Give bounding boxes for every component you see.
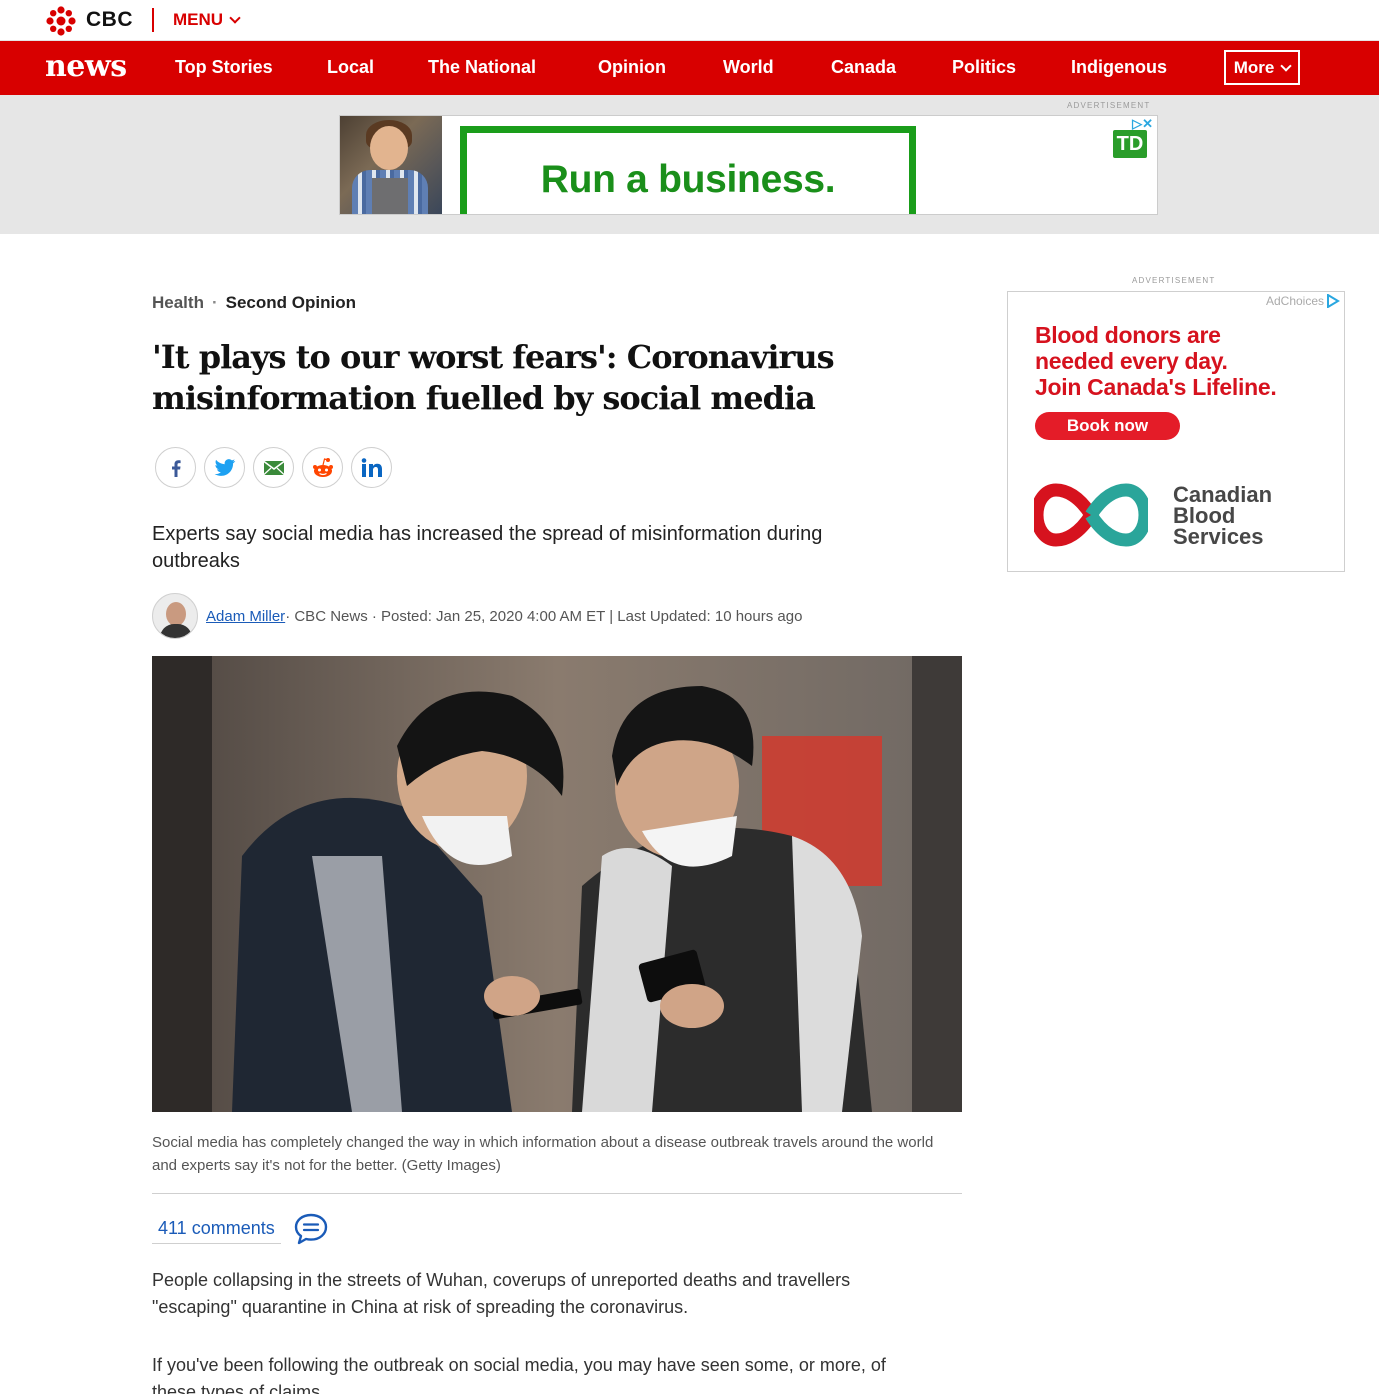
author-link[interactable]: Adam Miller: [206, 608, 285, 625]
article-paragraph: People collapsing in the streets of Wuha…: [152, 1270, 851, 1317]
article-paragraph: If you've been following the outbreak on…: [152, 1355, 886, 1394]
chevron-down-icon: [229, 12, 241, 24]
org-name-line: Canadian: [1173, 482, 1273, 507]
nav-item-indigenous[interactable]: Indigenous: [1071, 57, 1167, 78]
linkedin-icon: [361, 457, 382, 477]
image-caption: Social media has completely changed the …: [152, 1134, 934, 1174]
org-name-line: Services: [1173, 524, 1264, 549]
comments-link[interactable]: 411 comments: [152, 1214, 281, 1244]
email-share-button[interactable]: [253, 447, 294, 488]
section-breadcrumb: Health · Second Opinion: [152, 293, 356, 313]
twitter-share-button[interactable]: [204, 447, 245, 488]
menu-label: MENU: [173, 10, 224, 29]
facebook-share-button[interactable]: [155, 447, 196, 488]
ad-headline: Run a business.: [540, 157, 836, 201]
org-name-line: Blood: [1173, 503, 1236, 528]
nav-item-the-national[interactable]: The National: [428, 57, 536, 78]
td-banner-ad[interactable]: Run a business. ▷✕ TD: [339, 115, 1158, 215]
byline-meta: · CBC News · Posted: Jan 25, 2020 4:00 A…: [285, 607, 803, 625]
author-avatar[interactable]: [152, 593, 198, 639]
linkedin-share-button[interactable]: [351, 447, 392, 488]
nav-item-local[interactable]: Local: [327, 57, 374, 78]
top-ad-band: ADVERTISEMENT Run a business. ▷✕ TD: [0, 95, 1379, 234]
ad-photo: [340, 116, 442, 214]
news-logo[interactable]: news: [45, 49, 127, 84]
nav-item-opinion[interactable]: Opinion: [598, 57, 666, 78]
news-nav-bar: news Top Stories Local The National Opin…: [0, 41, 1379, 95]
reddit-share-button[interactable]: [302, 447, 343, 488]
cbc-wordmark[interactable]: CBC: [86, 8, 133, 32]
org-name: Canadian Blood Services: [1173, 482, 1273, 549]
ad-headline-line: Join Canada's Lifeline.: [1035, 374, 1277, 400]
nav-item-top-stories[interactable]: Top Stories: [175, 57, 273, 78]
nav-item-world[interactable]: World: [723, 57, 774, 78]
nav-item-canada[interactable]: Canada: [831, 57, 896, 78]
speech-bubble-icon[interactable]: [293, 1212, 329, 1246]
ad-label: ADVERTISEMENT: [1132, 276, 1216, 285]
td-logo: TD: [1113, 130, 1147, 158]
byline: Adam Miller · CBC News · Posted: Jan 25,…: [152, 593, 802, 639]
article-headline: 'It plays to our worst fears': Coronavir…: [152, 338, 835, 417]
adchoices-link[interactable]: AdChoices: [1266, 294, 1340, 308]
ad-headline-line: needed every day.: [1035, 348, 1228, 374]
breadcrumb-separator: ·: [211, 293, 218, 312]
nav-item-politics[interactable]: Politics: [952, 57, 1016, 78]
share-bar: [155, 447, 392, 488]
ad-headline: Blood donors are needed every day. Join …: [1035, 322, 1277, 400]
adchoices-label: AdChoices: [1265, 294, 1324, 308]
ad-label: ADVERTISEMENT: [1067, 101, 1151, 110]
top-bar: CBC MENU: [0, 0, 1379, 41]
divider: [152, 1193, 962, 1194]
article-deck: Experts say social media has increased t…: [152, 523, 823, 572]
hero-photo-illustration: [152, 656, 962, 1112]
canadian-blood-services-logo-icon: [1034, 483, 1148, 547]
menu-button[interactable]: MENU: [173, 10, 241, 30]
reddit-icon: [312, 457, 333, 477]
ad-headline-box: Run a business.: [460, 126, 916, 214]
chevron-down-icon: [1280, 59, 1292, 72]
adchoices-icon: [1327, 294, 1340, 308]
more-label: More: [1233, 57, 1275, 77]
subsection-link[interactable]: Second Opinion: [226, 293, 356, 312]
hero-image[interactable]: [152, 656, 962, 1112]
ad-headline-line: Blood donors are: [1035, 322, 1221, 348]
email-icon: [263, 460, 284, 475]
topbar-divider: [152, 8, 154, 32]
comments-bar: 411 comments: [152, 1212, 329, 1246]
facebook-icon: [171, 459, 181, 477]
cbc-gem-icon[interactable]: [46, 6, 76, 36]
more-button[interactable]: More: [1224, 50, 1300, 85]
twitter-icon: [214, 458, 235, 476]
blood-services-ad[interactable]: AdChoices Blood donors are needed every …: [1007, 291, 1345, 572]
section-link[interactable]: Health: [152, 293, 204, 312]
book-now-button[interactable]: Book now: [1035, 412, 1180, 440]
